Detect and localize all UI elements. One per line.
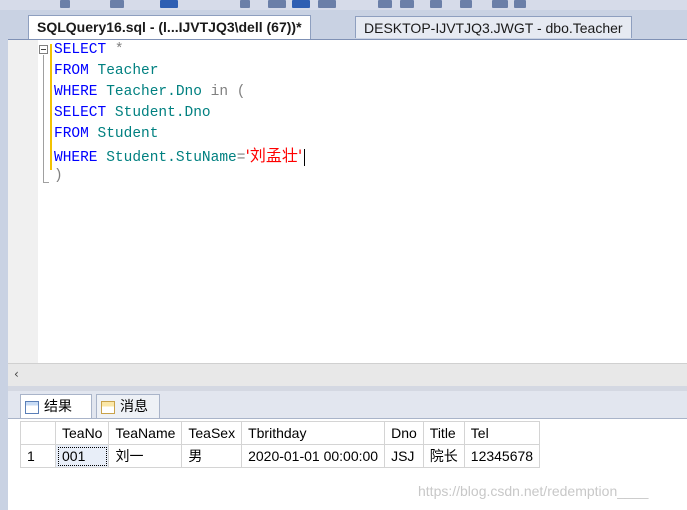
grid-cell[interactable]: 2020-01-01 00:00:00 [241,444,386,468]
toolbar-dropdown-icon[interactable] [514,0,526,8]
keyword: FROM [54,63,89,79]
watermark: https://blog.csdn.net/redemption____ [418,483,649,499]
operator: * [106,42,124,58]
column-header[interactable]: TeaSex [181,421,243,445]
toolbar-icon[interactable] [268,0,286,8]
grid-cell[interactable]: 院长 [422,444,465,468]
table-row[interactable]: 1 001 刘一 男 2020-01-01 00:00:00 JSJ 院长 12… [20,444,541,468]
keyword: SELECT [54,42,107,58]
column-header[interactable]: Dno [384,421,424,445]
keyword: SELECT [54,105,107,121]
text-caret [304,148,306,166]
scroll-left-icon[interactable]: ‹ [14,367,19,381]
grid-cell[interactable]: 男 [181,444,243,468]
code-line: FROM Student [54,124,305,145]
sql-editor[interactable]: SELECT * FROM Teacher WHERE Teacher.Dno … [8,40,687,363]
code-line: ) [54,166,305,187]
tab-messages-label: 消息 [120,399,148,415]
column-header[interactable]: TeaName [108,421,183,445]
toolbar-icon[interactable] [492,0,508,8]
toolbar-icon[interactable] [400,0,414,8]
editor-margin [8,40,38,363]
editor-tab-bar: SQLQuery16.sql - (l...IJVTJQ3\dell (67))… [8,10,687,40]
toolbar-icon[interactable] [430,0,442,8]
grid-header-row: TeaNo TeaName TeaSex Tbrithday Dno Title… [20,421,541,445]
fold-guide-end [43,182,49,183]
code-line: SELECT Student.Dno [54,103,305,124]
results-grid: TeaNo TeaName TeaSex Tbrithday Dno Title… [20,421,541,468]
horizontal-scrollbar[interactable]: ‹ [8,363,687,387]
column-header[interactable]: Title [422,421,465,445]
code-line: SELECT * [54,40,305,61]
keyword: WHERE [54,150,98,166]
code-text[interactable]: SELECT * FROM Teacher WHERE Teacher.Dno … [54,40,306,187]
tab-teacher-table[interactable]: DESKTOP-IJVTJQ3.JWGT - dbo.Teacher [355,16,632,38]
row-number[interactable]: 1 [20,444,56,468]
operator: ) [54,168,63,184]
code-line: WHERE Teacher.Dno in ( [54,82,305,103]
toolbar-icon[interactable] [160,0,178,8]
grid-cell[interactable]: 001 [54,444,110,468]
toolbar-icon[interactable] [110,0,124,8]
string-literal: '刘孟壮' [245,146,303,165]
identifier: Teacher.Dno [97,84,202,100]
tab-messages[interactable]: 消息 [96,394,160,418]
collapse-icon[interactable] [39,45,48,54]
column-header[interactable]: Tbrithday [241,421,386,445]
grid-cell[interactable]: JSJ [384,444,424,468]
code-line: FROM Teacher [54,61,305,82]
keyword: FROM [54,126,89,142]
change-indicator [50,44,52,170]
identifier: Student.Dno [106,105,211,121]
operator: in ( [201,84,246,100]
column-header[interactable]: TeaNo [54,421,110,445]
toolbar-icon[interactable] [240,0,250,8]
tab-results-label: 结果 [44,399,72,415]
message-icon [101,400,115,414]
row-header-corner[interactable] [20,421,56,445]
tab-sql-query[interactable]: SQLQuery16.sql - (l...IJVTJQ3\dell (67))… [28,15,311,39]
toolbar-icon[interactable] [60,0,70,8]
grid-cell[interactable]: 刘一 [108,444,183,468]
identifier: Teacher [88,63,159,79]
grid-icon [25,400,39,414]
results-tab-bar: 结果 消息 [8,391,687,419]
toolbar-icon[interactable] [318,0,336,8]
keyword: WHERE [54,84,98,100]
fold-guide [43,55,44,183]
toolbar-icon[interactable] [460,0,472,8]
identifier: Student.StuName [97,150,237,166]
column-header[interactable]: Tel [463,421,541,445]
grid-cell[interactable]: 12345678 [463,444,541,468]
toolbar-icon[interactable] [292,0,310,8]
code-line: WHERE Student.StuName='刘孟壮' [54,145,306,166]
tab-results[interactable]: 结果 [20,394,92,418]
toolbar-icon[interactable] [378,0,392,8]
identifier: Student [88,126,159,142]
